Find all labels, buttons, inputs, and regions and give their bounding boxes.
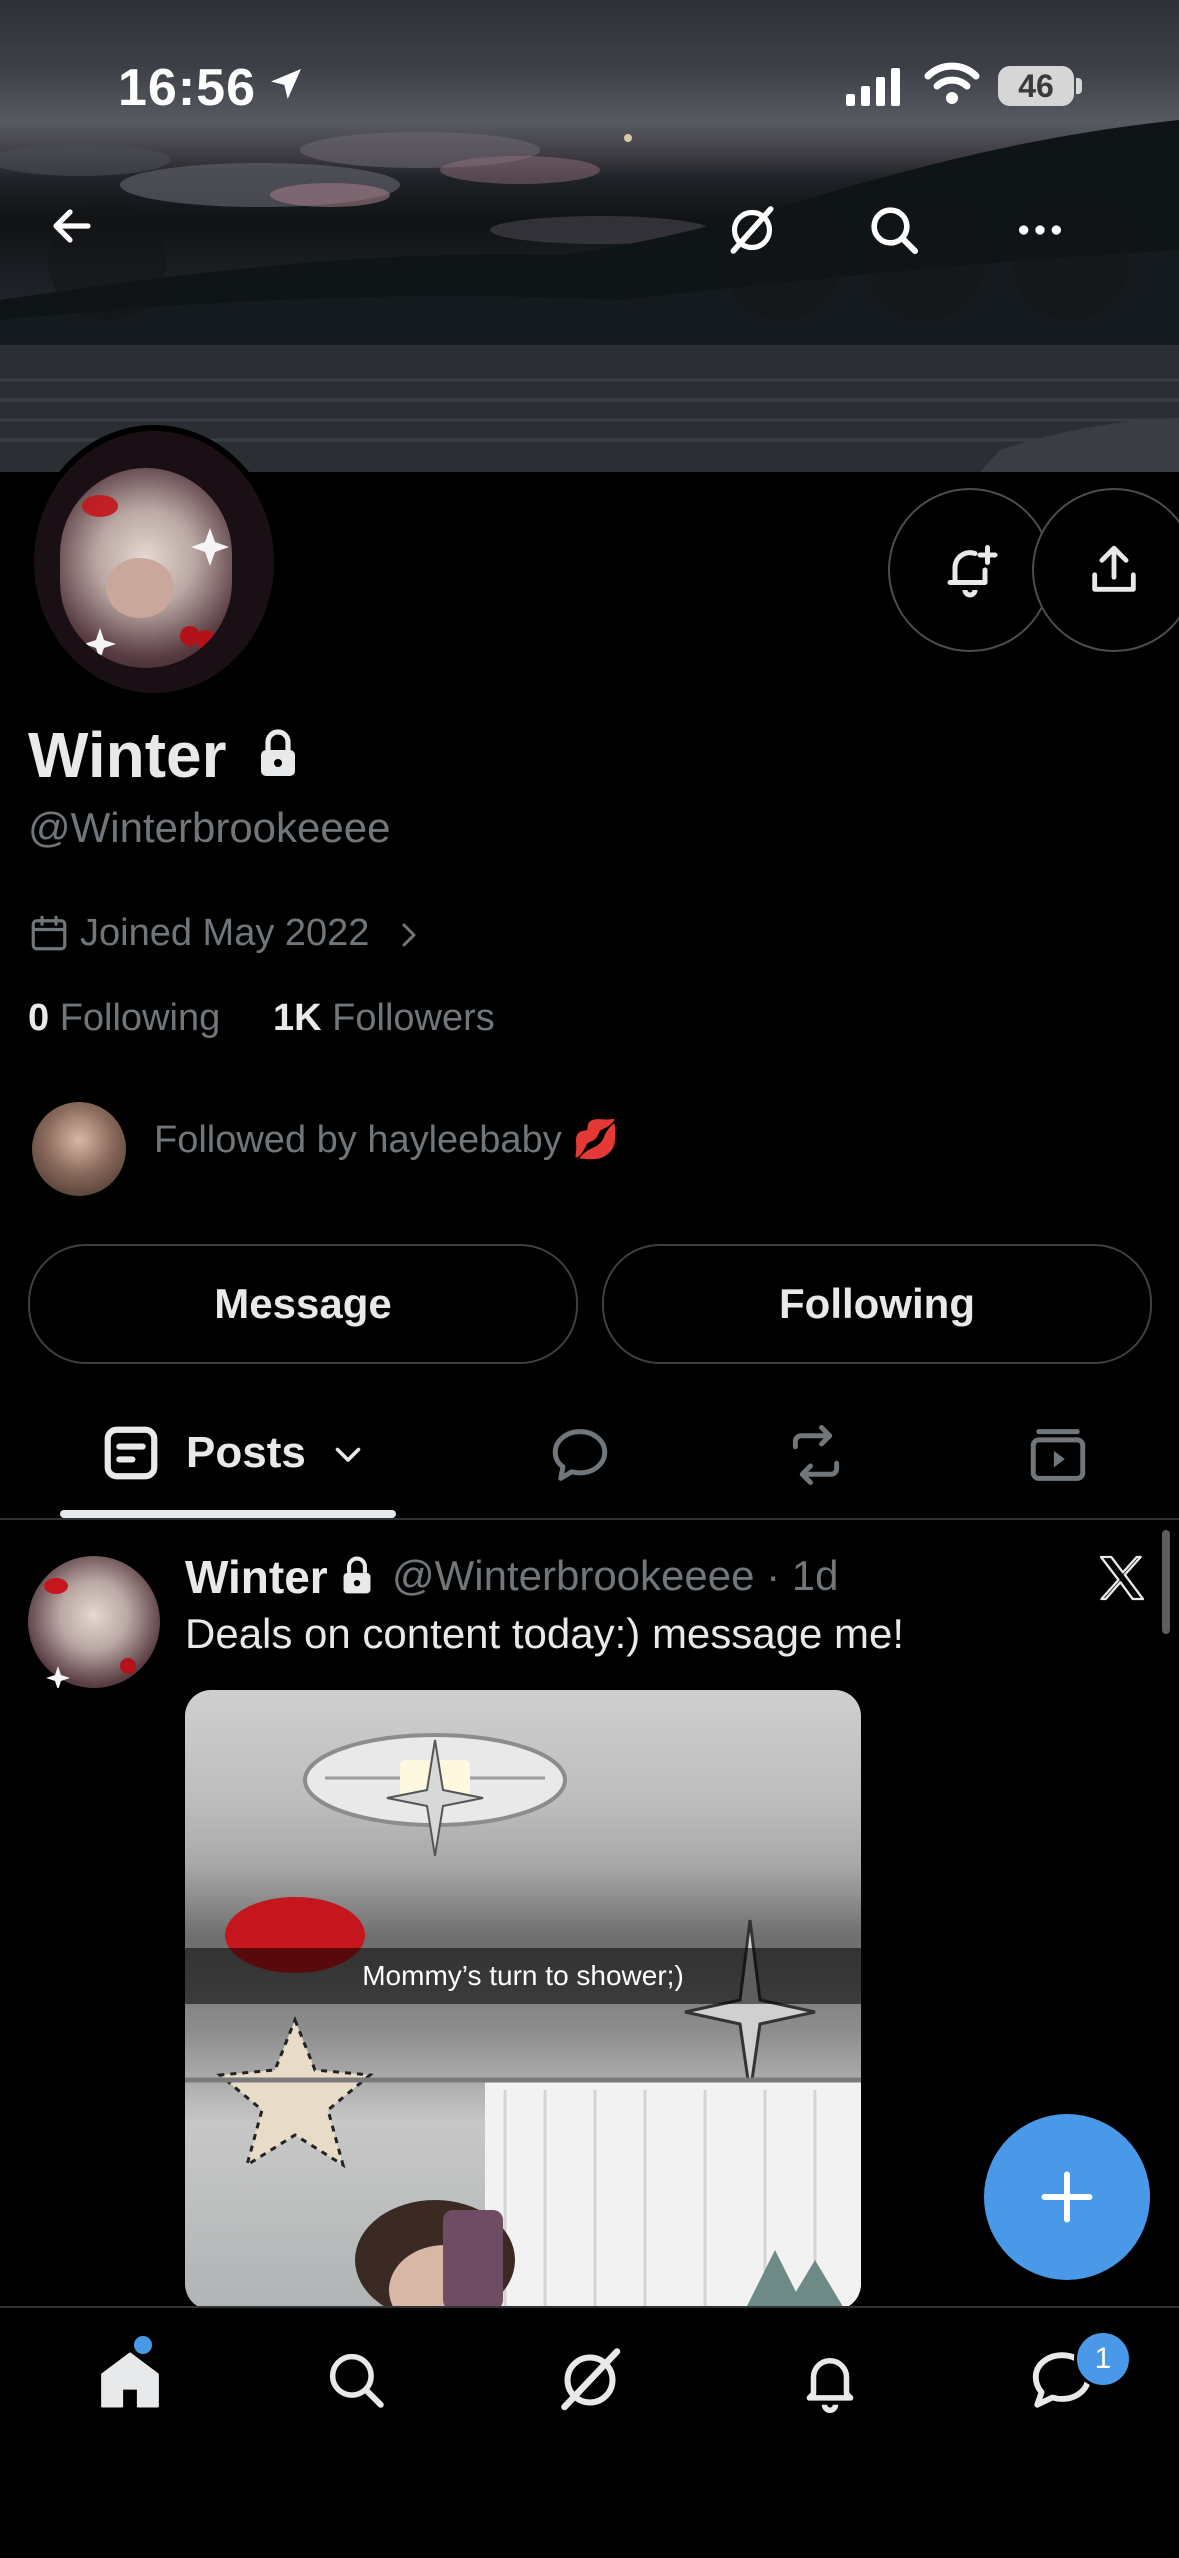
header-banner-image[interactable]: 16:56 46 [0,0,1179,472]
battery-indicator: 46 [998,66,1074,106]
message-button-label: Message [214,1280,392,1327]
tab-replies[interactable] [520,1400,640,1510]
back-button[interactable] [48,202,166,320]
active-tab-indicator [60,1510,396,1518]
chevron-down-icon [335,1447,361,1462]
cellular-signal-icon [846,68,900,106]
message-button[interactable]: Message [28,1244,578,1364]
repost-icon [792,1425,840,1485]
location-arrow-icon [271,69,301,99]
post-author-avatar[interactable] [28,1556,160,1690]
bell-plus-icon [947,545,998,598]
compose-post-button[interactable] [984,2114,1150,2280]
following-label: Following [59,997,221,1039]
following-button-label: Following [779,1280,975,1327]
battery-tip [1076,78,1082,94]
following-link[interactable]: 0 Following [28,997,220,1039]
media-caption: Mommy’s turn to shower;) [185,1948,861,2004]
nav-grok[interactable] [530,2330,650,2430]
followed-by-row[interactable]: Followed by hayleebaby 💋 [154,1118,620,1162]
nav-search[interactable] [296,2330,416,2430]
followers-count: 1K [273,997,322,1039]
calendar-icon [31,915,67,951]
messages-badge: 1 [1074,2330,1132,2388]
status-time: 16:56 [118,59,256,117]
posts-icon [104,1426,158,1480]
lock-icon [343,1556,371,1594]
kiss-emoji: 💋 [572,1119,620,1161]
share-profile-button[interactable] [1032,488,1179,652]
mutual-follower-avatar[interactable] [32,1102,126,1196]
home-icon [101,2352,159,2408]
grok-icon [561,2348,621,2411]
x-logo-icon[interactable] [1094,1550,1150,1606]
joined-date[interactable]: Joined May 2022 [80,912,369,955]
grok-icon [730,206,774,254]
profile-avatar[interactable] [60,468,232,668]
profile-handle: @Winterbrookeeee [28,804,391,851]
followed-by-text: Followed by hayleebaby [154,1119,562,1161]
search-icon [871,207,919,255]
following-button[interactable]: Following [602,1244,1152,1364]
bell-icon [806,2358,854,2413]
more-button[interactable] [1012,202,1130,320]
more-horizontal-icon [1019,225,1061,235]
search-button[interactable] [866,202,984,320]
chevron-right-icon [402,923,416,947]
follow-stats: 0 Following 1K Followers [28,997,495,1040]
post-text: Deals on content today:) message me! [185,1610,905,1657]
wifi-icon [924,62,980,104]
share-icon [1092,545,1136,592]
home-notification-dot [134,2336,152,2354]
following-count: 0 [28,997,50,1039]
followers-label: Followers [332,997,495,1039]
lock-icon [261,729,295,776]
tab-media[interactable] [998,1400,1118,1510]
tabs-divider [0,1518,1179,1520]
arrow-left-icon [53,209,91,243]
nav-notifications[interactable] [770,2330,890,2430]
post-author-name[interactable]: Winter [185,1550,328,1604]
search-icon [329,2353,384,2408]
grok-button[interactable] [724,202,842,320]
notify-button[interactable] [888,488,1052,652]
tab-posts-label: Posts [186,1428,306,1477]
reply-bubble-icon [552,1429,608,1481]
tab-reposts[interactable] [756,1400,876,1510]
profile-name: Winter [28,719,227,791]
post-handle-time: @Winterbrookeeee · 1d [392,1552,839,1599]
plus-icon [1041,2171,1093,2223]
followers-link[interactable]: 1K Followers [273,997,495,1039]
nav-home[interactable] [70,2330,190,2430]
scrollbar[interactable] [1162,1530,1170,1634]
video-media-icon [1030,1429,1086,1481]
